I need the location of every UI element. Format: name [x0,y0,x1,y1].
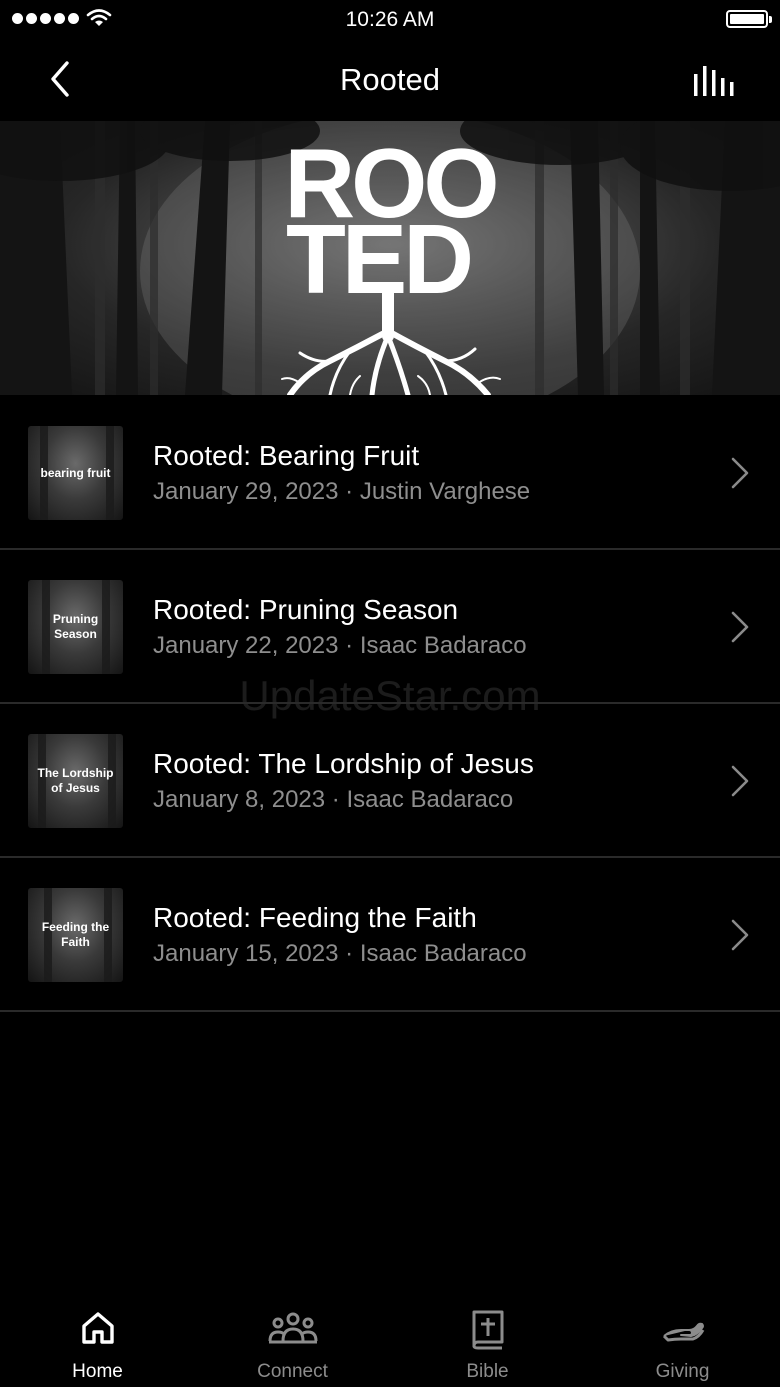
tab-label: Home [72,1361,123,1382]
sermon-date: January 15, 2023 [153,940,339,967]
sermon-speaker: Isaac Badaraco [359,940,527,967]
tab-bar: Home Connect Bible Giving [0,1290,780,1387]
nav-bar: Rooted [0,40,780,120]
sermon-meta: January 8, 2023 · Isaac Badaraco [153,786,513,814]
sermon-thumbnail: Pruning Season [28,580,123,674]
status-time: 10:26 AM [345,8,435,31]
tab-home[interactable]: Home [0,1290,195,1387]
chevron-right-icon [731,919,749,951]
sermon-meta: January 29, 2023 · Justin Varghese [153,478,530,506]
banner-title-line2: TED [286,204,470,314]
chevron-right-icon [731,765,749,797]
sermon-title: Rooted: Pruning Season [153,594,459,625]
tab-connect[interactable]: Connect [195,1290,390,1387]
meta-separator: · [338,632,360,659]
tab-giving[interactable]: Giving [585,1290,780,1387]
sermon-meta: January 15, 2023 · Isaac Badaraco [153,940,527,968]
back-button[interactable] [40,54,86,104]
status-bar: 10:26 AM [0,0,780,40]
equalizer-icon [694,66,734,96]
list-item[interactable]: The Lordship of Jesus Rooted: The Lordsh… [0,704,780,858]
tab-label: Bible [466,1361,509,1382]
chevron-right-icon [731,457,749,489]
meta-separator: · [338,478,360,505]
list-item[interactable]: Pruning Season Rooted: Pruning Season Ja… [0,550,780,704]
bible-icon [472,1310,503,1350]
sermon-speaker: Justin Varghese [359,478,531,505]
sermon-thumbnail: bearing fruit [28,426,123,520]
people-icon [268,1312,317,1344]
tab-bible[interactable]: Bible [390,1290,585,1387]
sermon-list: bearing fruit Rooted: Bearing Fruit Janu… [0,396,780,1012]
sermon-date: January 22, 2023 [153,632,339,659]
thumbnail-title: Pruning Season [52,612,99,641]
sermon-title: Rooted: Feeding the Faith [153,902,477,933]
audio-player-button[interactable] [688,60,740,100]
sermon-title: Rooted: Bearing Fruit [153,440,420,471]
giving-hand-icon [662,1322,704,1342]
sermon-date: January 29, 2023 [153,478,339,505]
series-banner: ROO TED [0,121,780,395]
thumbnail-title: The Lordship of Jesus [37,766,114,795]
battery-icon [726,10,772,28]
sermon-thumbnail: Feeding the Faith [28,888,123,982]
page-title: Rooted [340,62,440,97]
thumbnail-title: bearing fruit [40,465,111,480]
tab-label: Connect [257,1361,328,1382]
sermon-title: Rooted: The Lordship of Jesus [153,748,534,779]
sermon-meta: January 22, 2023 · Isaac Badaraco [153,632,527,660]
sermon-speaker: Isaac Badaraco [359,632,527,659]
chevron-right-icon [731,611,749,643]
sermon-date: January 8, 2023 [153,786,326,813]
chevron-left-icon [51,61,69,97]
home-icon [81,1312,114,1344]
sermon-thumbnail: The Lordship of Jesus [28,734,123,828]
tab-label: Giving [655,1361,710,1382]
meta-separator: · [338,940,360,967]
list-item[interactable]: bearing fruit Rooted: Bearing Fruit Janu… [0,396,780,550]
thumbnail-title: Feeding the Faith [41,920,110,949]
meta-separator: · [325,786,347,813]
list-item[interactable]: Feeding the Faith Rooted: Feeding the Fa… [0,858,780,1012]
sermon-speaker: Isaac Badaraco [346,786,514,813]
